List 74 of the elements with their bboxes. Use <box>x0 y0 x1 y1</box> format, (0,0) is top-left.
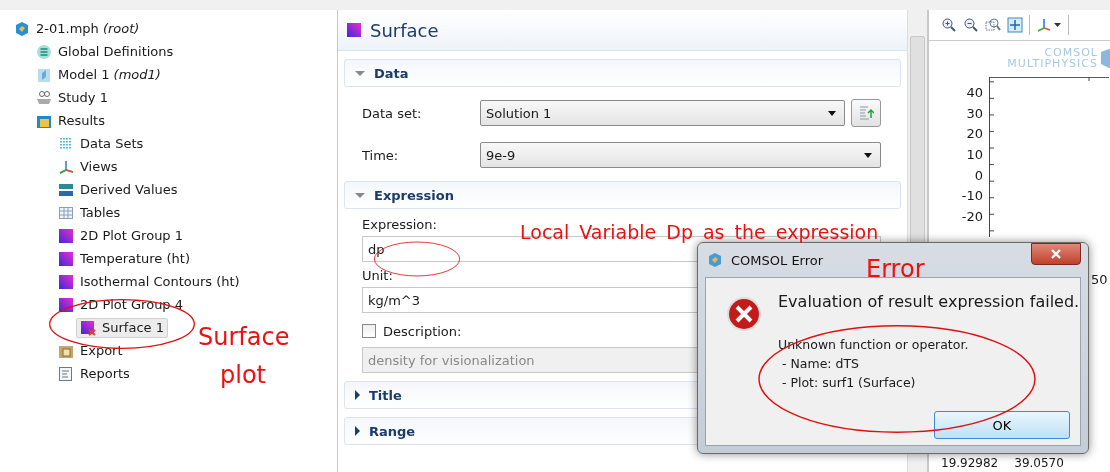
close-button[interactable] <box>1031 243 1081 265</box>
caret-icon <box>864 152 872 158</box>
dataset-button[interactable] <box>851 99 881 127</box>
tree-item[interactable]: Surface 1 <box>76 317 168 338</box>
annotation-text: Surface plot <box>198 322 288 391</box>
axis-tick-label: 50 <box>1091 272 1108 287</box>
dropdown[interactable]: Solution 1 <box>480 100 845 126</box>
section-title: Expression <box>374 187 454 203</box>
tree-item[interactable]: Tables <box>54 202 125 223</box>
expand-icon <box>355 390 360 400</box>
section-header[interactable]: Data <box>344 59 901 87</box>
number-icon <box>58 181 74 198</box>
plot-icon <box>58 296 74 313</box>
tree-item[interactable]: Temperature (ht) <box>54 248 194 269</box>
field-label: Data set: <box>362 105 423 121</box>
section-title: Title <box>369 387 402 403</box>
list-icon <box>36 43 52 60</box>
caret-icon <box>828 110 836 116</box>
tree-item[interactable]: Results <box>32 110 109 131</box>
error-icon <box>726 296 762 332</box>
section-header[interactable]: Expression <box>344 181 901 209</box>
tree-item[interactable]: Export <box>54 340 127 361</box>
plot-icon <box>58 227 74 244</box>
zoom-in-icon[interactable] <box>941 17 957 33</box>
collapse-icon <box>355 192 365 198</box>
plot-icon <box>346 22 362 38</box>
tree-item[interactable]: Study 1 <box>32 87 112 108</box>
tree-item[interactable]: Data Sets <box>54 133 148 154</box>
axes-dropdown-icon[interactable] <box>1036 17 1062 33</box>
grid-icon <box>58 135 74 152</box>
zoom-box-icon[interactable] <box>985 17 1001 33</box>
field-label: Expression: <box>362 217 437 232</box>
tree-item[interactable]: Views <box>54 156 122 177</box>
plot-icon <box>58 273 74 290</box>
section-title: Range <box>369 423 416 439</box>
table-cell: 19.92982 <box>941 456 999 470</box>
tree-item[interactable]: Reports <box>54 363 134 384</box>
dropdown[interactable]: 9e-9 <box>480 142 881 168</box>
report-icon <box>58 365 74 382</box>
logo-text: COMSOL <box>1044 47 1098 58</box>
close-icon <box>1050 249 1062 259</box>
model-icon <box>36 66 52 83</box>
collapse-icon <box>355 70 365 76</box>
tree-item[interactable]: Model 1 (mod1) <box>32 64 165 85</box>
axis-tick-label: 20 <box>966 125 983 144</box>
axis-tick-label: 40 <box>966 84 983 102</box>
logo-text: MULTIPHYSICS <box>1007 58 1098 69</box>
plot-icon <box>58 250 74 267</box>
expand-icon <box>355 426 360 436</box>
checkbox-label: Description: <box>383 323 462 339</box>
axis-tick-label: 10 <box>966 146 983 165</box>
field-label: Time: <box>362 147 400 163</box>
error-detail: - Name: dTS <box>780 355 861 373</box>
field-label: Unit: <box>362 268 393 283</box>
study-icon <box>36 89 52 106</box>
section-title: Data <box>374 65 409 81</box>
axes-icon <box>58 158 74 175</box>
axis-tick-label: 30 <box>966 104 983 123</box>
tree-item[interactable]: Isothermal Contours (ht) <box>54 271 244 292</box>
tree-item[interactable]: Global Definitions <box>32 41 178 62</box>
tree-item[interactable]: 2D Plot Group 1 <box>54 225 188 246</box>
document-arrow-icon <box>858 105 874 121</box>
axis-tick-label: -10 <box>961 187 983 206</box>
zoom-extents-icon[interactable] <box>1007 17 1023 33</box>
tree-item[interactable]: 2-01.mph (root) <box>10 18 144 39</box>
axis-tick-label: 0 <box>974 166 983 185</box>
table-cell: 39.0570 <box>1014 456 1064 470</box>
ok-button[interactable]: OK <box>934 411 1070 439</box>
table-icon <box>58 204 74 221</box>
axis-tick-label: -20 <box>961 208 983 227</box>
surface-error-icon <box>80 319 96 336</box>
zoom-out-icon[interactable] <box>963 17 979 33</box>
tree-item[interactable]: Derived Values <box>54 179 182 200</box>
settings-title: Surface <box>370 19 439 41</box>
